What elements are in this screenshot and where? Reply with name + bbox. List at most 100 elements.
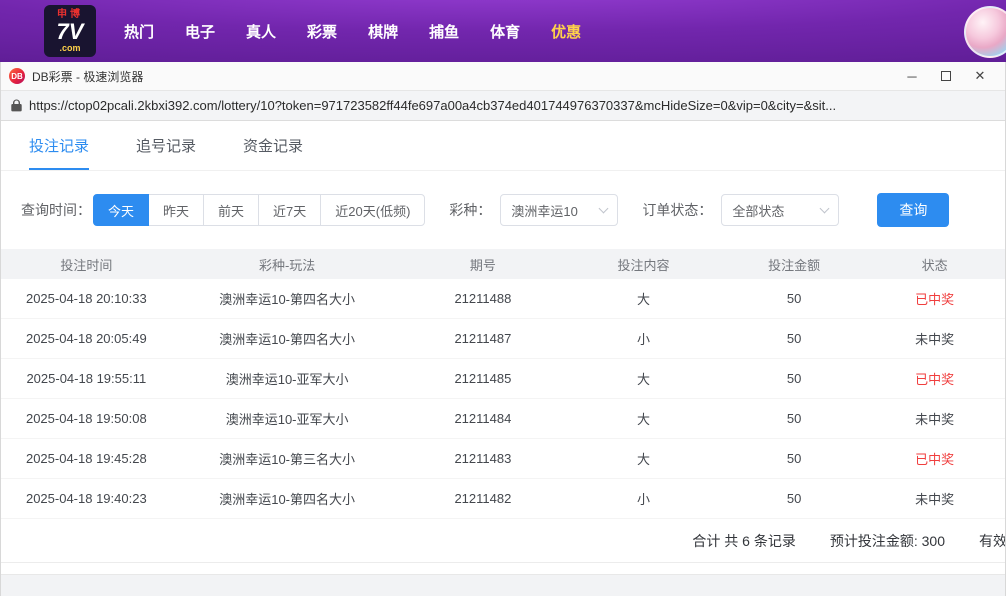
status-badge: 未中奖 xyxy=(864,329,1005,348)
status-badge: 未中奖 xyxy=(864,489,1005,508)
nav-item-fishing[interactable]: 捕鱼 xyxy=(429,21,459,42)
table-row: 2025-04-18 19:40:23 澳洲幸运10-第四名大小 2121148… xyxy=(1,479,1005,519)
browser-app-icon: DB xyxy=(9,68,25,84)
issue-number: 21211483 xyxy=(403,451,564,466)
lottery-play: 澳洲幸运10-第四名大小 xyxy=(172,289,403,308)
nav-item-promo[interactable]: 优惠 xyxy=(551,21,581,42)
lottery-filter-label: 彩种： xyxy=(449,200,491,220)
record-tabs: 投注记录 追号记录 资金记录 xyxy=(1,121,1005,171)
bet-time: 2025-04-18 19:40:23 xyxy=(1,491,172,506)
time-option-day-before[interactable]: 前天 xyxy=(203,194,259,226)
time-filter-label: 查询时间： xyxy=(21,200,91,220)
lottery-select[interactable]: 澳洲幸运10 xyxy=(500,194,618,226)
logo-main-text: 7V xyxy=(57,21,84,43)
header-bet-content: 投注内容 xyxy=(563,255,724,274)
order-status-value: 全部状态 xyxy=(732,201,784,220)
browser-window: DB DB彩票 - 极速浏览器 ─ ✕ https://ctop02pcali.… xyxy=(0,62,1006,596)
bet-content: 小 xyxy=(563,489,724,508)
lottery-play: 澳洲幸运10-亚军大小 xyxy=(172,369,403,388)
summary-valid-amount: 有效投注金额 xyxy=(979,531,1005,551)
bet-amount: 50 xyxy=(724,371,865,386)
issue-number: 21211487 xyxy=(403,331,564,346)
search-button[interactable]: 查询 xyxy=(877,193,949,227)
time-range-segmented: 今天 昨天 前天 近7天 近20天(低频) xyxy=(93,194,425,226)
issue-number: 21211485 xyxy=(403,371,564,386)
time-option-20days[interactable]: 近20天(低频) xyxy=(320,194,425,226)
status-badge: 已中奖 xyxy=(864,369,1005,388)
maximize-icon[interactable] xyxy=(929,64,963,88)
order-status-select[interactable]: 全部状态 xyxy=(721,194,839,226)
nav-item-lottery[interactable]: 彩票 xyxy=(307,21,337,42)
filter-bar: 查询时间： 今天 昨天 前天 近7天 近20天(低频) 彩种： 澳洲幸运10 订… xyxy=(1,171,1005,249)
close-icon[interactable]: ✕ xyxy=(963,64,997,88)
main-nav: 热门 电子 真人 彩票 棋牌 捕鱼 体育 优惠 xyxy=(124,21,581,42)
lottery-select-value: 澳洲幸运10 xyxy=(511,201,577,220)
status-badge: 已中奖 xyxy=(864,289,1005,308)
bottom-strip xyxy=(1,574,1005,596)
issue-number: 21211482 xyxy=(403,491,564,506)
bet-time: 2025-04-18 19:50:08 xyxy=(1,411,172,426)
header-issue: 期号 xyxy=(403,255,564,274)
bet-amount: 50 xyxy=(724,331,865,346)
bet-time: 2025-04-18 20:05:49 xyxy=(1,331,172,346)
bet-time: 2025-04-18 20:10:33 xyxy=(1,291,172,306)
bet-amount: 50 xyxy=(724,411,865,426)
bet-content: 大 xyxy=(563,409,724,428)
summary-expected-amount: 预计投注金额: 300 xyxy=(830,531,945,551)
nav-item-sports[interactable]: 体育 xyxy=(490,21,520,42)
address-bar[interactable]: https://ctop02pcali.2kbxi392.com/lottery… xyxy=(1,91,1005,121)
window-title: DB彩票 - 极速浏览器 xyxy=(32,68,895,85)
tab-fund-records[interactable]: 资金记录 xyxy=(243,121,303,170)
issue-number: 21211488 xyxy=(403,291,564,306)
table-row: 2025-04-18 19:50:08 澳洲幸运10-亚军大小 21211484… xyxy=(1,399,1005,439)
status-badge: 已中奖 xyxy=(864,449,1005,468)
bet-time: 2025-04-18 19:45:28 xyxy=(1,451,172,466)
site-logo[interactable]: 申博 7V .com xyxy=(44,5,96,57)
minimize-icon[interactable]: ─ xyxy=(895,64,929,88)
url-text: https://ctop02pcali.2kbxi392.com/lottery… xyxy=(29,98,836,113)
tab-chase-records[interactable]: 追号记录 xyxy=(136,121,196,170)
user-avatar[interactable] xyxy=(964,6,1006,58)
lottery-play: 澳洲幸运10-第四名大小 xyxy=(172,489,403,508)
lock-icon xyxy=(11,99,22,112)
header-bet-amount: 投注金额 xyxy=(724,255,865,274)
browser-titlebar: DB DB彩票 - 极速浏览器 ─ ✕ xyxy=(1,62,1005,91)
chevron-down-icon xyxy=(820,203,830,213)
nav-item-live[interactable]: 真人 xyxy=(246,21,276,42)
table-row: 2025-04-18 19:45:28 澳洲幸运10-第三名大小 2121148… xyxy=(1,439,1005,479)
chevron-down-icon xyxy=(599,203,609,213)
status-filter-label: 订单状态： xyxy=(642,200,712,220)
status-badge: 未中奖 xyxy=(864,409,1005,428)
nav-item-cards[interactable]: 棋牌 xyxy=(368,21,398,42)
table-header: 投注时间 彩种-玩法 期号 投注内容 投注金额 状态 xyxy=(1,249,1005,279)
table-row: 2025-04-18 20:05:49 澳洲幸运10-第四名大小 2121148… xyxy=(1,319,1005,359)
lottery-play: 澳洲幸运10-亚军大小 xyxy=(172,409,403,428)
logo-top-text: 申博 xyxy=(57,10,83,20)
bet-time: 2025-04-18 19:55:11 xyxy=(1,371,172,386)
summary-bar: 合计 共 6 条记录 预计投注金额: 300 有效投注金额 xyxy=(1,519,1005,563)
lottery-play: 澳洲幸运10-第三名大小 xyxy=(172,449,403,468)
page-content: 投注记录 追号记录 资金记录 查询时间： 今天 昨天 前天 近7天 近20天(低… xyxy=(1,121,1005,596)
tab-bet-records[interactable]: 投注记录 xyxy=(29,121,89,170)
header-lottery-play: 彩种-玩法 xyxy=(172,255,403,274)
window-controls: ─ ✕ xyxy=(895,64,997,88)
bet-content: 大 xyxy=(563,449,724,468)
bet-amount: 50 xyxy=(724,451,865,466)
nav-item-slots[interactable]: 电子 xyxy=(185,21,215,42)
issue-number: 21211484 xyxy=(403,411,564,426)
table-row: 2025-04-18 20:10:33 澳洲幸运10-第四名大小 2121148… xyxy=(1,279,1005,319)
time-option-yesterday[interactable]: 昨天 xyxy=(148,194,204,226)
site-header: 申博 7V .com 热门 电子 真人 彩票 棋牌 捕鱼 体育 优惠 xyxy=(0,0,1006,62)
time-option-today[interactable]: 今天 xyxy=(93,194,149,226)
lottery-play: 澳洲幸运10-第四名大小 xyxy=(172,329,403,348)
table-row: 2025-04-18 19:55:11 澳洲幸运10-亚军大小 21211485… xyxy=(1,359,1005,399)
header-bet-time: 投注时间 xyxy=(1,255,172,274)
logo-sub-text: .com xyxy=(59,44,80,53)
bet-content: 大 xyxy=(563,289,724,308)
nav-item-hot[interactable]: 热门 xyxy=(124,21,154,42)
bet-amount: 50 xyxy=(724,291,865,306)
maximize-glyph xyxy=(941,71,951,81)
bet-records-table: 投注时间 彩种-玩法 期号 投注内容 投注金额 状态 2025-04-18 20… xyxy=(1,249,1005,519)
time-option-7days[interactable]: 近7天 xyxy=(258,194,321,226)
bet-amount: 50 xyxy=(724,491,865,506)
